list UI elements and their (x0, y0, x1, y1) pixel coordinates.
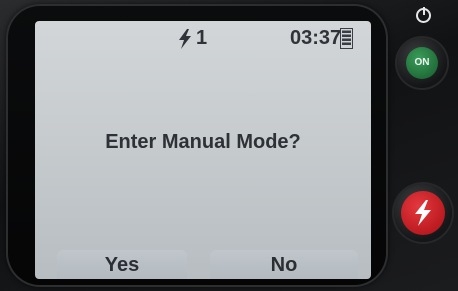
side-control-panel: ON (392, 0, 458, 291)
on-button[interactable]: ON (406, 47, 438, 79)
shock-button[interactable] (401, 191, 445, 235)
defibrillator-device: 1 03:37 Enter Manual Mode? Yes No ON (0, 0, 458, 291)
lightning-bolt-icon (178, 28, 192, 49)
shock-lightning-icon (415, 200, 431, 226)
dialog-message: Enter Manual Mode? (105, 131, 301, 153)
status-bar: 1 03:37 (35, 21, 371, 55)
battery-icon (340, 28, 353, 49)
no-softkey[interactable]: No (210, 250, 358, 279)
shock-counter: 1 (178, 27, 207, 50)
display-screen: 1 03:37 Enter Manual Mode? Yes No (35, 21, 371, 279)
screen-bezel: 1 03:37 Enter Manual Mode? Yes No (6, 4, 388, 287)
clock-time: 03:37 (290, 27, 342, 49)
shock-button-housing (394, 184, 452, 242)
power-icon (416, 7, 431, 23)
shock-count: 1 (196, 27, 208, 49)
on-button-housing: ON (397, 38, 447, 88)
yes-softkey[interactable]: Yes (57, 250, 187, 279)
